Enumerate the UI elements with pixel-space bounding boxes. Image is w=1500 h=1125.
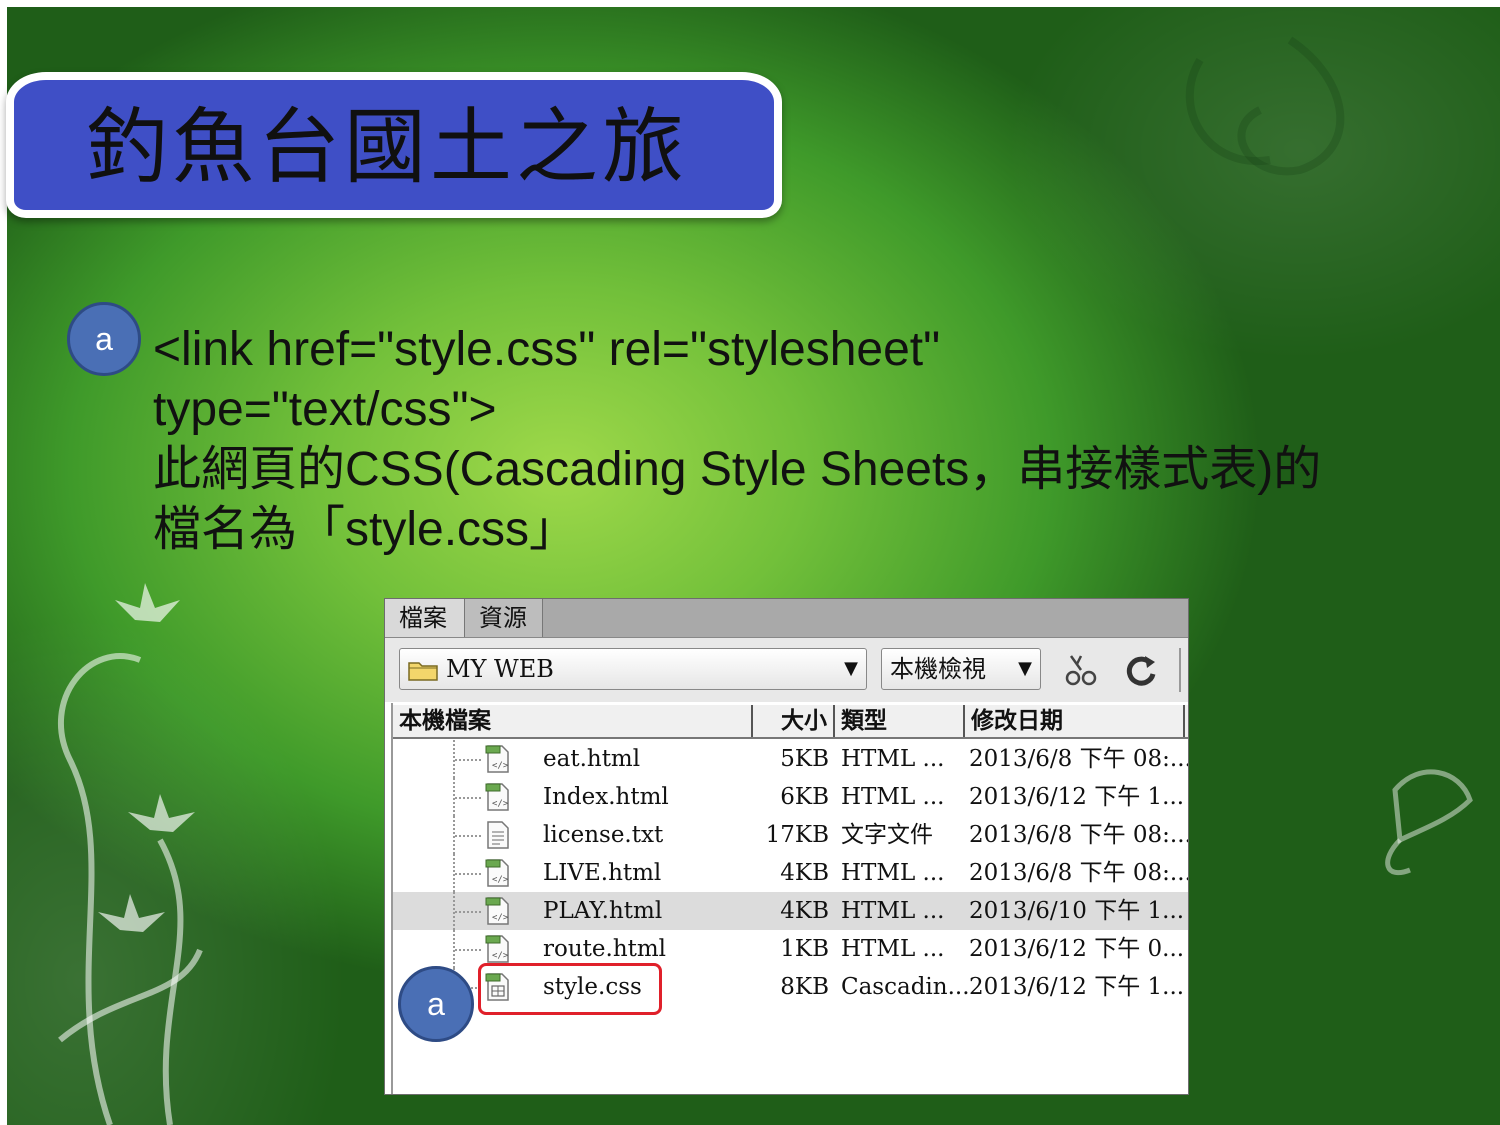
body-line: type="text/css"> [153, 383, 497, 436]
refresh-icon[interactable] [1123, 652, 1159, 688]
column-header-name[interactable]: 本機檔案 [393, 705, 753, 737]
file-size: 1KB [780, 936, 829, 962]
column-header-modified[interactable]: 修改日期 [965, 705, 1185, 737]
slide: 釣魚台國土之旅 a <link href="style.css" rel="st… [0, 0, 1500, 1125]
callout-marker: a [398, 966, 474, 1042]
file-size: 5KB [780, 746, 829, 772]
body-line: 檔名為「style.css」 [153, 503, 578, 556]
file-name: LIVE.html [543, 860, 662, 886]
tab-files[interactable]: 檔案 [385, 599, 465, 637]
file-name: Index.html [543, 784, 669, 810]
file-list: 本機檔案 大小 類型 修改日期 </> eat.html 5KB HTML ... 20… [391, 703, 1189, 1094]
file-modified: 2013/6/8 下午 08:... [969, 746, 1189, 772]
column-header-size[interactable]: 大小 [753, 705, 835, 737]
files-panel-screenshot: 檔案 資源 MY WEB ▼ 本機檢視 ▼ 本機檔案 大小 類型 修改日期 </… [384, 598, 1189, 1095]
svg-text:</>: </> [492, 799, 509, 809]
svg-text:</>: </> [492, 913, 509, 923]
file-type: HTML ... [841, 746, 945, 772]
text-file-icon [487, 821, 509, 849]
html-file-icon: </> [485, 935, 509, 963]
view-select[interactable]: 本機檢視 ▼ [881, 648, 1041, 690]
html-file-icon: </> [485, 897, 509, 925]
tree-branch [455, 873, 481, 875]
file-modified: 2013/6/12 下午 0... [969, 936, 1185, 962]
html-file-icon: </> [485, 783, 509, 811]
svg-text:</>: </> [492, 761, 509, 771]
file-row[interactable]: </> LIVE.html 4KB HTML ... 2013/6/8 下午 08:..… [393, 854, 1189, 892]
file-row[interactable]: </> eat.html 5KB HTML ... 2013/6/8 下午 08:... [393, 740, 1189, 778]
tree-branch [455, 911, 481, 913]
file-type: HTML ... [841, 898, 945, 924]
html-file-icon: </> [485, 745, 509, 773]
toolbar-separator [1179, 648, 1181, 692]
column-header-type[interactable]: 類型 [835, 705, 965, 737]
bullet-marker: a [67, 302, 141, 376]
tab-assets[interactable]: 資源 [465, 599, 543, 637]
slide-title: 釣魚台國土之旅 [86, 100, 689, 195]
body-line: 此網頁的CSS(Cascading Style Sheets，串接樣式表)的 [153, 443, 1322, 496]
panel-toolbar: MY WEB ▼ 本機檢視 ▼ [385, 638, 1188, 702]
file-modified: 2013/6/8 下午 08:... [969, 860, 1189, 886]
file-row[interactable]: </> PLAY.html 4KB HTML ... 2013/6/10 下午 1... [393, 892, 1188, 930]
connect-icon[interactable] [1063, 652, 1099, 688]
file-modified: 2013/6/8 下午 08:... [969, 822, 1189, 848]
body-line: <link href="style.css" rel="stylesheet" [153, 323, 941, 376]
svg-text:</>: </> [492, 951, 509, 961]
file-size: 17KB [765, 822, 829, 848]
file-size: 8KB [780, 974, 829, 1000]
slide-border-top [0, 0, 1500, 7]
tree-branch [455, 835, 481, 837]
panel-tabbar: 檔案 資源 [385, 599, 1188, 638]
file-row[interactable]: license.txt 17KB 文字文件 2013/6/8 下午 08:... [393, 816, 1189, 854]
svg-text:</>: </> [492, 875, 509, 885]
file-size: 6KB [780, 784, 829, 810]
highlight-box [478, 963, 662, 1015]
file-modified: 2013/6/10 下午 1... [969, 898, 1185, 924]
file-list-header: 本機檔案 大小 類型 修改日期 [393, 705, 1188, 739]
file-modified: 2013/6/12 下午 1... [969, 784, 1185, 810]
tree-branch [455, 759, 481, 761]
folder-icon [408, 662, 438, 681]
view-select-value: 本機檢視 [890, 655, 986, 683]
html-file-icon: </> [485, 859, 509, 887]
tree-branch [455, 949, 481, 951]
file-name: eat.html [543, 746, 641, 772]
file-type: HTML ... [841, 860, 945, 886]
site-select-value: MY WEB [446, 655, 554, 683]
file-type: Cascadin... [841, 974, 970, 1000]
chevron-down-icon: ▼ [844, 658, 858, 679]
file-name: license.txt [543, 822, 664, 848]
file-type: HTML ... [841, 936, 945, 962]
site-select[interactable]: MY WEB ▼ [399, 648, 867, 690]
file-type: HTML ... [841, 784, 945, 810]
file-size: 4KB [780, 860, 829, 886]
file-size: 4KB [780, 898, 829, 924]
chevron-down-icon: ▼ [1018, 658, 1032, 679]
file-type: 文字文件 [841, 822, 933, 848]
file-row[interactable]: </> Index.html 6KB HTML ... 2013/6/12 下午 1..… [393, 778, 1188, 816]
body-text: <link href="style.css" rel="stylesheet" … [153, 320, 1393, 560]
file-modified: 2013/6/12 下午 1... [969, 974, 1185, 1000]
file-name: PLAY.html [543, 898, 663, 924]
tree-branch [455, 797, 481, 799]
title-banner: 釣魚台國土之旅 [6, 72, 782, 218]
